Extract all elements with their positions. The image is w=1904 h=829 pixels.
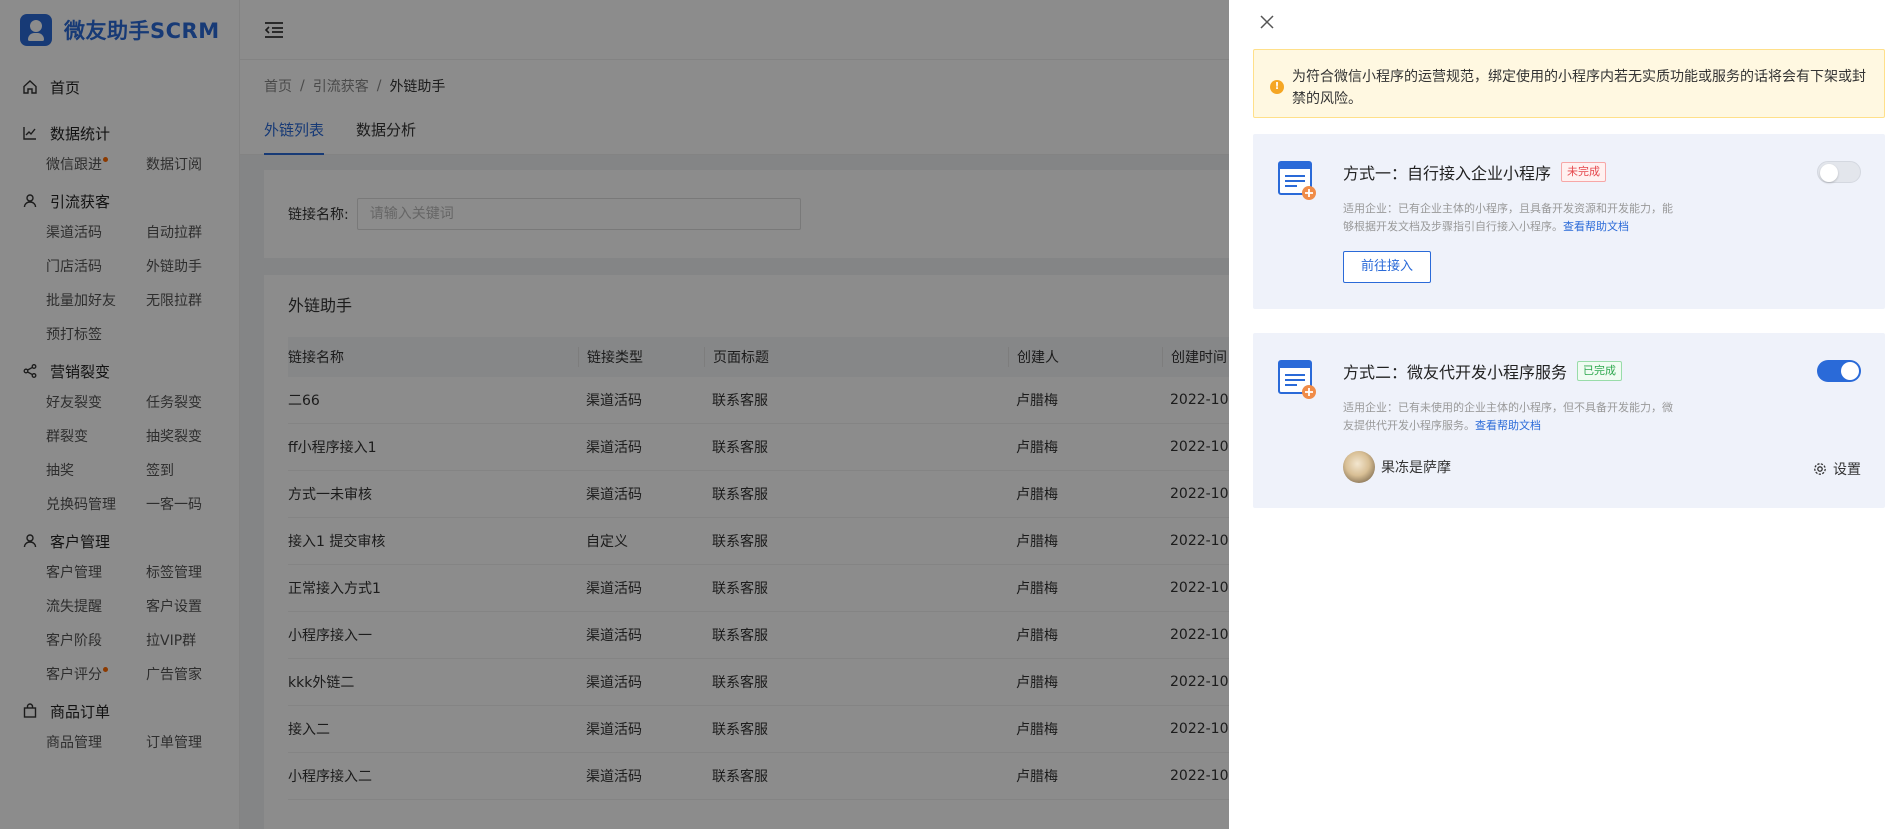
method-toggle-self[interactable]: [1817, 161, 1861, 183]
help-doc-link[interactable]: 查看帮助文档: [1563, 220, 1629, 233]
method-card-agency: 方式二：微友代开发小程序服务 已完成 适用企业：已有未使用的企业主体的小程序，但…: [1253, 333, 1885, 508]
method-title: 方式二：微友代开发小程序服务: [1343, 363, 1568, 382]
warning-notice: ! 为符合微信小程序的运营规范，绑定使用的小程序内若无实质功能或服务的话将会有下…: [1253, 49, 1885, 118]
method-header: 方式一：自行接入企业小程序 未完成: [1343, 160, 1607, 184]
account-name: 果冻是萨摩: [1381, 460, 1451, 476]
method-description: 适用企业：已有未使用的企业主体的小程序，但不具备开发能力，微友提供代开发小程序服…: [1343, 399, 1673, 435]
warning-icon: !: [1270, 80, 1284, 94]
mini-program-drawer: ! 为符合微信小程序的运营规范，绑定使用的小程序内若无实质功能或服务的话将会有下…: [1229, 0, 1904, 829]
avatar: [1343, 451, 1375, 483]
settings-label: 设置: [1833, 462, 1861, 478]
method-card-self: 方式一：自行接入企业小程序 未完成 适用企业：已有企业主体的小程序，且具备开发资…: [1253, 134, 1885, 309]
toggle-knob: [1820, 164, 1838, 182]
status-badge-incomplete: 未完成: [1561, 162, 1607, 182]
bound-account: 果冻是萨摩: [1343, 451, 1451, 483]
method-description: 适用企业：已有企业主体的小程序，且具备开发资源和开发能力，能够根据开发文档及步骤…: [1343, 200, 1673, 236]
status-badge-complete: 已完成: [1577, 361, 1623, 381]
method-header: 方式二：微友代开发小程序服务 已完成: [1343, 359, 1623, 383]
warning-text: 为符合微信小程序的运营规范，绑定使用的小程序内若无实质功能或服务的话将会有下架或…: [1292, 69, 1866, 107]
help-doc-link[interactable]: 查看帮助文档: [1475, 419, 1541, 432]
method-title: 方式一：自行接入企业小程序: [1343, 164, 1552, 183]
settings-button[interactable]: 设置: [1813, 459, 1861, 479]
close-icon[interactable]: [1257, 12, 1277, 32]
modal-overlay[interactable]: [0, 0, 1229, 829]
mini-program-doc-icon: [1278, 360, 1316, 399]
toggle-knob: [1841, 362, 1859, 380]
gear-icon: [1814, 463, 1826, 475]
mini-program-doc-icon: [1278, 161, 1316, 200]
go-connect-button[interactable]: 前往接入: [1343, 251, 1431, 283]
method-toggle-agency[interactable]: [1817, 360, 1861, 382]
